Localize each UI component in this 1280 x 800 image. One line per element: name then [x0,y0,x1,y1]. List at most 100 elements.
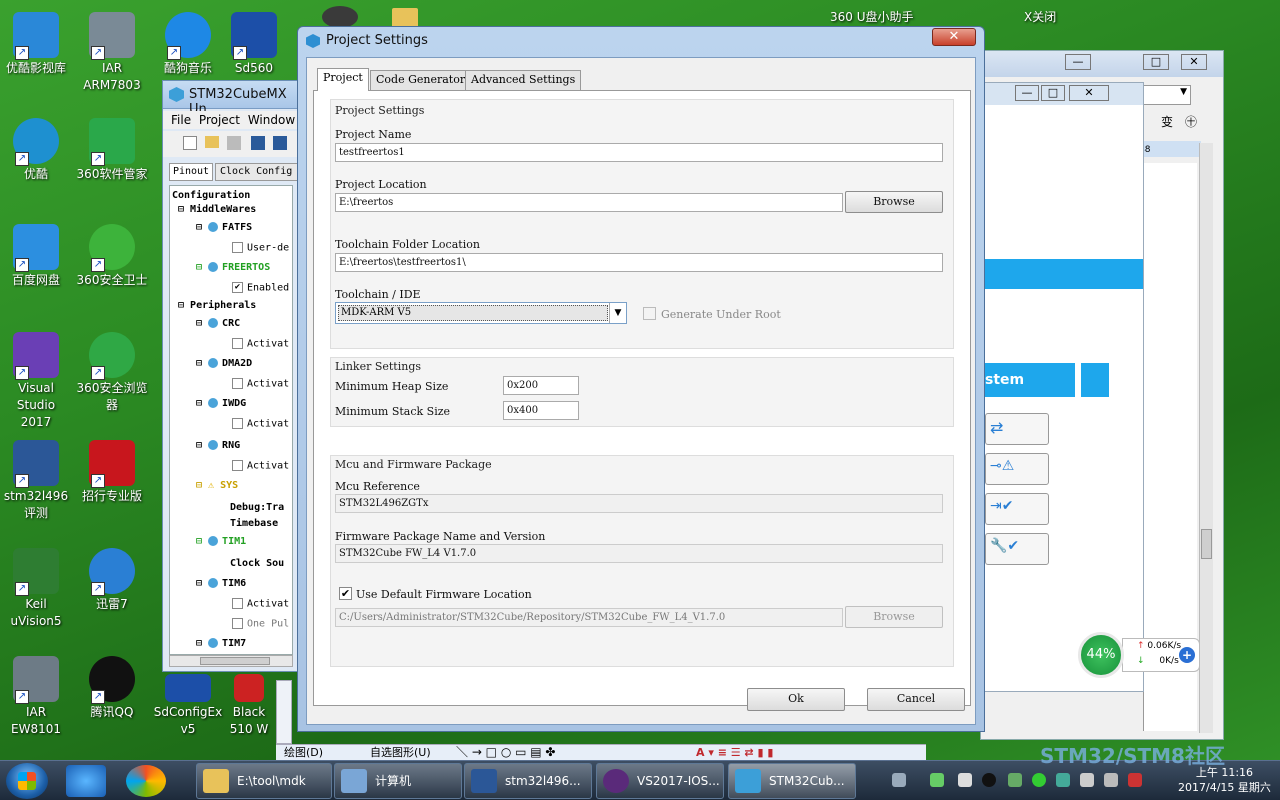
browse-firmware-button[interactable]: Browse [845,606,943,628]
desktop-icon-keil[interactable]: ↗ Keil uVision5 [0,548,72,630]
generate-under-root-checkbox[interactable] [643,307,656,320]
char-border-icon[interactable]: ㊉ [1185,113,1197,130]
tree-tim1-clock[interactable]: Clock Sou [230,558,284,569]
desktop-icon-youku[interactable]: ↗ 优酷 [0,118,72,183]
desktop-icon-cmb[interactable]: ↗ 招行专业版 [76,440,148,505]
menu-file[interactable]: File [171,113,191,127]
cancel-button[interactable]: Cancel [867,688,965,711]
desktop-icon-sd560[interactable]: ↗ Sd560 [226,12,282,77]
tree-rng-option[interactable]: Activat [232,460,289,472]
firmware-location-field[interactable]: C:/Users/Administrator/STM32Cube/Reposit… [335,608,843,627]
maximize-button[interactable]: □ [1041,85,1065,101]
desktop-icon-black[interactable]: Black 510 W [226,674,272,738]
tree-tim6-activate[interactable]: Activat [232,598,289,610]
menu-project[interactable]: Project [199,113,240,127]
desktop-icon-iar-arm[interactable]: ↗ IAR ARM7803 [76,12,148,94]
desktop-icon-youku-library[interactable]: ↗ 优酷影视库 [0,12,72,77]
cube-main-window[interactable]: — □ ✕ stem ⇄ ⊸⚠ ⇥✔ 🔧✔ [984,82,1144,692]
tree-iwdg[interactable]: ⊟ IWDG [196,398,246,409]
mcu-reference-field[interactable]: STM32L496ZGTx [335,494,943,513]
volume-icon[interactable] [1104,773,1118,787]
task-vs2017[interactable]: VS2017-IOS... [596,763,724,799]
minimize-button[interactable]: — [1015,85,1039,101]
phonetic-icon[interactable]: 变 [1161,113,1173,130]
heap-size-field[interactable]: 0x200 [503,376,579,395]
new-project-icon[interactable] [183,136,197,150]
tree-dma2d-option[interactable]: Activat [232,378,289,390]
maximize-button[interactable]: □ [1143,54,1169,70]
battery-icon[interactable] [930,773,944,787]
tree-tim6[interactable]: ⊟ TIM6 [196,578,246,589]
desktop-icon-qq[interactable]: ↗ 腾讯QQ [76,656,148,721]
stm32cubemx-window[interactable]: STM32CubeMX Un File Project Window Pinou… [162,80,302,672]
horizontal-scrollbar[interactable] [169,655,293,667]
tree-tim1[interactable]: ⊟ TIM1 [196,536,246,547]
close-button[interactable]: ✕ [1069,85,1109,101]
chevron-down-icon[interactable]: ▼ [609,303,626,323]
line-shapes-icon[interactable]: ＼ → □ ○ ▭ ▤ ✤ [456,745,555,760]
tree-rng[interactable]: ⊟ RNG [196,440,240,451]
usb-helper-note[interactable]: 360 U盘小助手 [830,8,914,25]
tree-tim7[interactable]: ⊟ TIM7 [196,638,246,649]
window-titlebar[interactable]: — □ ✕ [981,51,1223,77]
project-name-field[interactable]: testfreertos1 [335,143,943,162]
close-button[interactable]: ✕ [1181,54,1207,70]
tree-iwdg-option[interactable]: Activat [232,418,289,430]
stack-size-field[interactable]: 0x400 [503,401,579,420]
nvic-button[interactable]: ⊸⚠ [985,453,1049,485]
tree-fatfs-option[interactable]: User-de [232,242,289,254]
toolchain-ide-select[interactable]: MDK-ARM V5 ▼ [335,302,627,324]
network-icon[interactable] [1080,773,1094,787]
shield-icon[interactable] [1056,773,1070,787]
tree-sys[interactable]: ⊟ ⚠ SYS [196,480,238,491]
desktop-icon-visual-studio[interactable]: ↗ Visual Studio 2017 [0,332,72,431]
save-icon[interactable] [251,136,265,150]
desktop-icon-360-browser[interactable]: ↗ 360安全浏览器 [76,332,148,414]
copy-icon[interactable] [227,136,241,150]
close-note[interactable]: X关闭 [1024,8,1056,25]
autoshape-menu[interactable]: 自选图形(U) [370,745,431,760]
tab-pinout[interactable]: Pinout [169,163,213,181]
dialog-close-button[interactable]: ✕ [932,28,976,46]
toolchain-folder-field[interactable]: E:\freertos\testfreertos1\ [335,253,943,272]
firmware-package-field[interactable]: STM32Cube FW_L4 V1.7.0 [335,544,943,563]
start-button[interactable] [6,763,48,799]
menu-window[interactable]: Window [248,113,295,127]
tree-freertos-option[interactable]: ✔ Enabled [232,282,289,294]
cube-main-titlebar[interactable]: — □ ✕ [985,83,1143,105]
desktop-icon-360-safe[interactable]: ↗ 360安全卫士 [76,224,148,289]
desktop-icon-iar-ew[interactable]: ↗ IAR EW8101 [0,656,72,738]
qq-tray-icon[interactable] [982,773,996,787]
save-as-icon[interactable] [273,136,287,150]
draw-menu[interactable]: 绘图(D) [284,745,323,760]
tree-middlewares[interactable]: ⊟ MiddleWares [178,204,256,215]
tab-code-generator[interactable]: Code Generator [370,70,472,90]
usb-tray-icon[interactable] [1008,773,1022,787]
open-folder-icon[interactable] [205,136,219,148]
taskbar-clock[interactable]: 上午 11:16 2017/4/15 星期六 [1178,765,1271,795]
tree-freertos[interactable]: ⊟ FREERTOS [196,262,270,273]
ok-button[interactable]: Ok [747,688,845,711]
font-color-icon[interactable]: A ▾ ≡ ☰ ⇄ ▮ ▮ [696,745,773,760]
scrollbar-thumb[interactable] [200,657,270,665]
use-default-location-checkbox[interactable]: ✔ [339,587,352,600]
tab-clock-config[interactable]: Clock Config [215,163,301,181]
browse-location-button[interactable]: Browse [845,191,943,213]
task-stm32cube[interactable]: STM32Cub... [728,763,856,799]
desktop-icon-baidu-pan[interactable]: ↗ 百度网盘 [0,224,72,289]
project-settings-dialog[interactable]: Project Settings ✕ Project Code Generato… [297,26,985,732]
plus-icon[interactable]: + [1179,647,1195,663]
network-speed-widget[interactable]: ↑ 0.06K/s ↓ 0K/s + 44% [1078,632,1204,678]
pinned-app-icon[interactable] [126,765,166,797]
app-icon[interactable] [322,6,358,28]
tree-sys-timebase[interactable]: Timebase [230,518,278,529]
memory-percent-ball[interactable]: 44% [1078,632,1124,678]
tree-tim6-onepulse[interactable]: One Pul [232,618,289,630]
folder-icon[interactable] [392,8,418,28]
ie-icon[interactable] [66,765,106,797]
chevron-down-icon[interactable]: ▼ [1180,87,1187,97]
desktop-icon-stm32-doc[interactable]: ↗ stm32l496评测 [0,440,72,522]
app-tray-icon[interactable] [1128,773,1142,787]
tree-peripherals[interactable]: ⊟ Peripherals [178,300,256,311]
cube-titlebar[interactable]: STM32CubeMX Un [163,81,301,117]
